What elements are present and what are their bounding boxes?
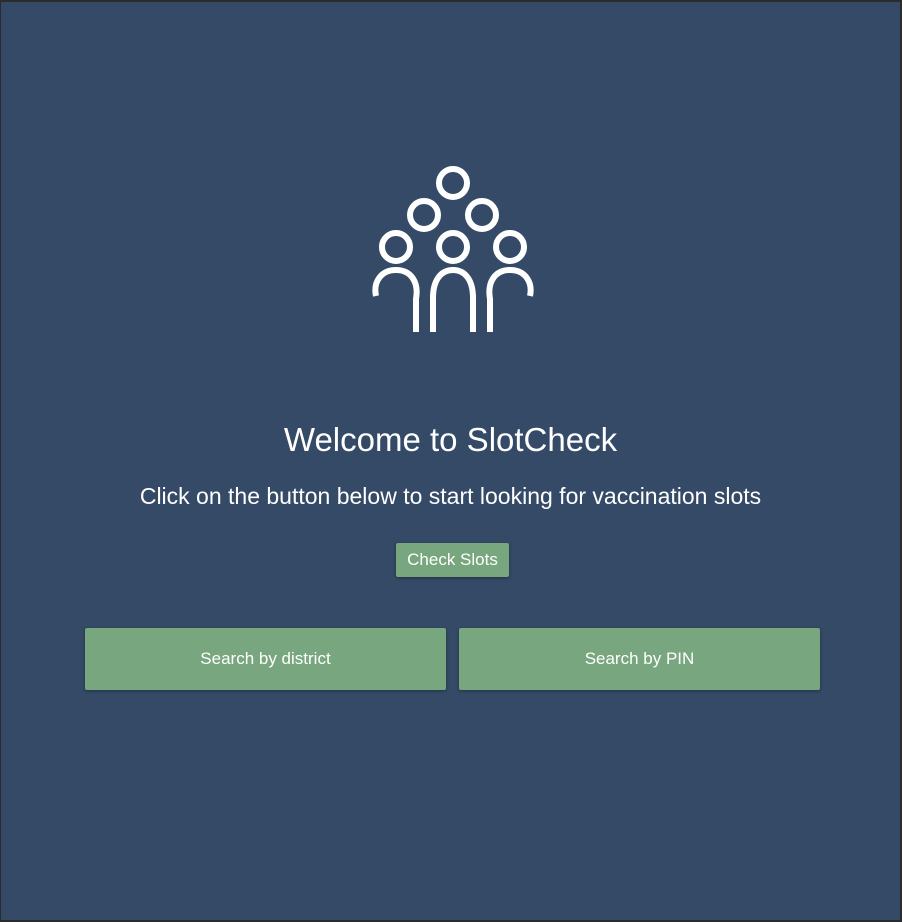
check-slots-button[interactable]: Check Slots [396,543,509,577]
people-group-icon [371,164,537,336]
search-by-district-button[interactable]: Search by district [85,628,446,690]
page-title: Welcome to SlotCheck [283,421,618,458]
app-window: Welcome to SlotCheck Click on the button… [1,2,900,920]
search-by-pin-button[interactable]: Search by PIN [459,628,820,690]
page-subtitle: Click on the button below to start looki… [139,483,762,509]
